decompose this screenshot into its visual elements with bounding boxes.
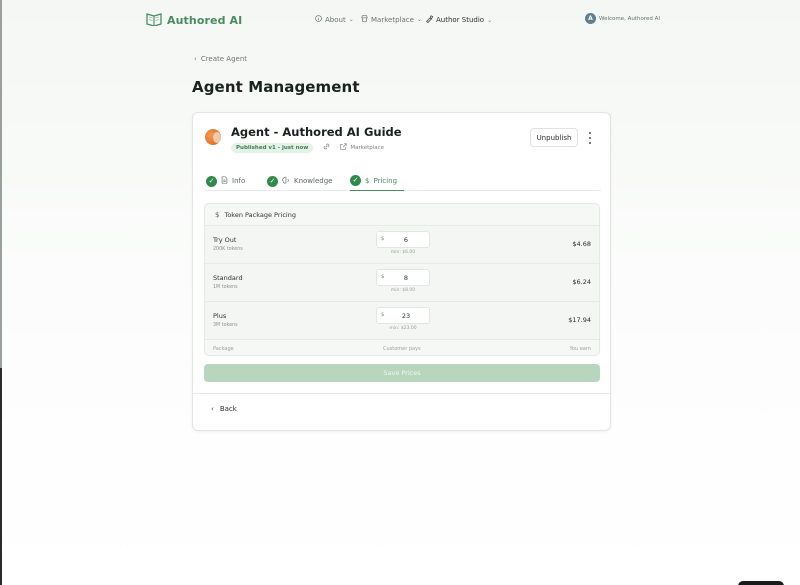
package-tokens: 3M tokens: [213, 323, 238, 328]
avatar: A: [585, 13, 596, 24]
window-edge-dark: [0, 368, 2, 585]
package-name: Standard: [213, 274, 243, 282]
info-icon: [315, 15, 322, 24]
min-price: min: $8.00: [390, 288, 416, 293]
table-row: Try Out 200K tokens $ min: $6.00 $4.68: [205, 226, 599, 264]
pricing-header: $ Token Package Pricing: [205, 204, 599, 226]
breadcrumb-back-link[interactable]: ‹ Create Agent: [194, 55, 247, 63]
tab-pricing[interactable]: ✓ $ Pricing: [350, 171, 404, 191]
earnings-value: $4.68: [572, 240, 591, 248]
earnings-value: $6.24: [572, 278, 591, 286]
pricing-column-footer: Package Customer pays You earn: [205, 340, 599, 355]
nav-author-studio-label: Author Studio: [436, 16, 485, 24]
nav-author-studio[interactable]: Author Studio ⌄: [425, 15, 492, 25]
token-pricing-panel: $ Token Package Pricing Try Out 200K tok…: [204, 203, 600, 356]
brand-logo-link[interactable]: Authored AI: [146, 11, 242, 30]
tab-pricing-label: Pricing: [373, 176, 398, 185]
footer-package: Package: [213, 346, 234, 352]
nav-about-label: About: [325, 15, 346, 24]
earnings-value: $17.94: [568, 316, 591, 324]
breadcrumb-label: Create Agent: [200, 55, 248, 63]
package-name: Plus: [213, 312, 227, 320]
package-tokens: 1M tokens: [213, 285, 238, 290]
price-input[interactable]: [391, 234, 421, 246]
price-input-wrapper: $: [376, 307, 430, 324]
dollar-icon: $: [215, 210, 220, 219]
agent-title: Agent - Authored AI Guide: [231, 125, 402, 139]
table-row: Standard 1M tokens $ min: $8.00 $6.24: [205, 264, 599, 302]
marketplace-link-label: Marketplace: [350, 144, 385, 151]
external-link-icon: [340, 143, 347, 152]
check-circle-icon: ✓: [350, 175, 361, 186]
save-prices-button[interactable]: Save Prices: [204, 364, 600, 382]
nav-marketplace-label: Marketplace: [371, 15, 414, 24]
price-input-wrapper: $: [376, 269, 430, 286]
tab-info[interactable]: ✓ Info: [206, 171, 245, 191]
price-input[interactable]: [391, 272, 421, 284]
brain-icon: [282, 176, 290, 186]
welcome-text: Welcome, Authored AI: [599, 15, 661, 22]
check-circle-icon: ✓: [206, 175, 217, 187]
status-badge: Published v1 - just now: [231, 142, 314, 153]
unpublish-button[interactable]: Unpublish: [530, 128, 578, 147]
footer-customer-pays: Customer pays: [383, 346, 421, 352]
currency-symbol: $: [381, 236, 385, 242]
more-options-icon[interactable]: [586, 132, 594, 144]
top-navigation: Authored AI About ⌄ Marketplace ⌄ Author…: [0, 0, 800, 40]
price-input-wrapper: $: [376, 231, 430, 248]
page-title: Agent Management: [192, 78, 360, 96]
agent-avatar: [205, 129, 221, 145]
table-row: Plus 3M tokens $ min: $23.00 $17.94: [205, 302, 599, 340]
check-circle-icon: ✓: [267, 175, 278, 187]
agent-tabs: ✓ Info ✓ Knowledge ✓ $ Pricing: [205, 169, 601, 191]
taskbar-pill: [738, 581, 784, 585]
user-menu[interactable]: A Welcome, Authored AI: [585, 13, 660, 24]
brand-name: Authored AI: [167, 14, 243, 27]
agent-status-row: Published v1 - just now Marketplace: [231, 142, 384, 153]
marketplace-link[interactable]: Marketplace: [340, 143, 384, 152]
min-price: min: $6.00: [390, 250, 416, 255]
footer-you-earn: You earn: [569, 346, 591, 352]
pen-tool-icon: [425, 15, 434, 25]
nav-marketplace[interactable]: Marketplace ⌄: [361, 15, 422, 24]
file-text-icon: [221, 176, 228, 186]
back-label: Back: [219, 405, 237, 413]
store-icon: [361, 15, 368, 24]
chevron-left-icon: ‹: [194, 55, 197, 63]
package-tokens: 200K tokens: [213, 247, 243, 252]
copy-link-icon[interactable]: [322, 142, 331, 153]
currency-symbol: $: [381, 274, 385, 280]
agent-card: Agent - Authored AI Guide Published v1 -…: [192, 112, 611, 431]
book-logo-icon: [146, 11, 162, 30]
tab-info-label: Info: [232, 177, 246, 185]
package-name: Try Out: [213, 236, 237, 244]
chevron-left-icon: ‹: [211, 405, 214, 413]
dollar-icon: $: [365, 176, 370, 185]
min-price: min: $23.00: [389, 326, 417, 331]
chevron-down-icon: ⌄: [348, 16, 354, 23]
tab-knowledge[interactable]: ✓ Knowledge: [267, 171, 332, 191]
back-button[interactable]: ‹ Back: [211, 405, 237, 413]
chevron-down-icon: ⌄: [487, 16, 493, 24]
price-input[interactable]: [391, 310, 421, 322]
window-edge: [0, 0, 2, 368]
nav-about[interactable]: About ⌄: [315, 15, 354, 24]
pricing-title: Token Package Pricing: [224, 210, 296, 219]
currency-symbol: $: [381, 312, 385, 318]
tab-knowledge-label: Knowledge: [294, 177, 333, 185]
chevron-down-icon: ⌄: [416, 16, 422, 23]
divider: [193, 393, 610, 394]
